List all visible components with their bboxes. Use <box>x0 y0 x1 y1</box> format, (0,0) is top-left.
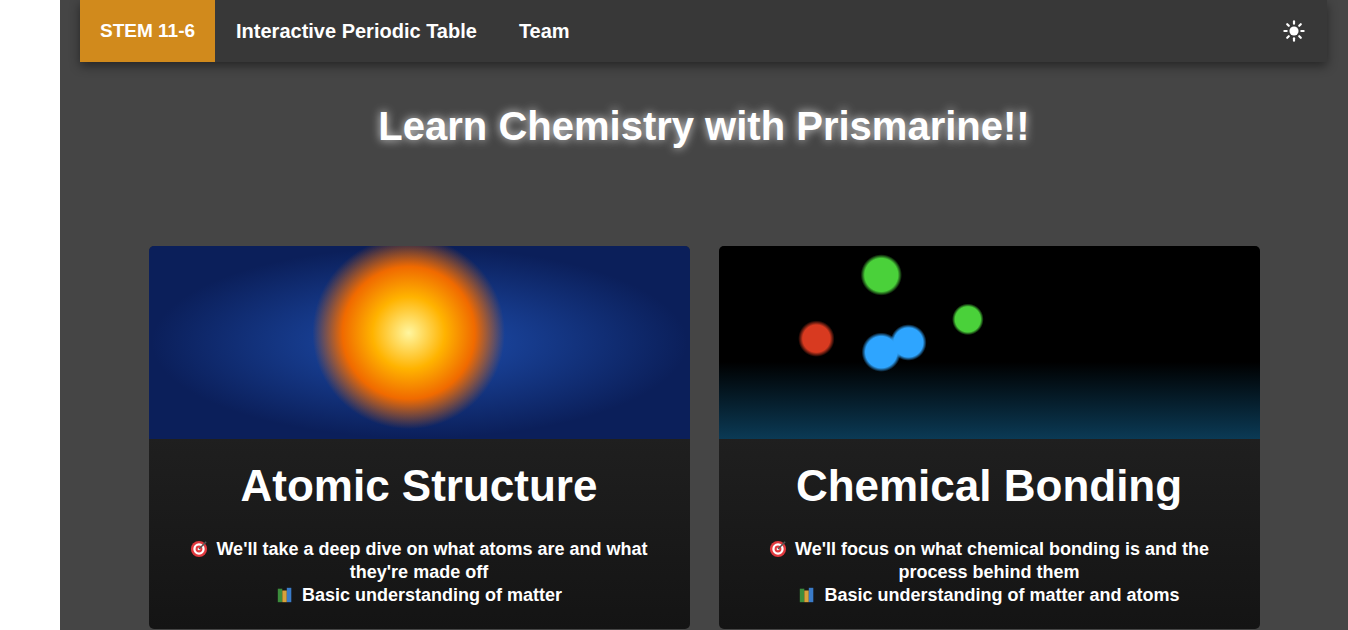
main-area: STEM 11-6Interactive Periodic TableTeam L… <box>60 0 1348 630</box>
navbar: STEM 11-6Interactive Periodic TableTeam <box>80 0 1327 62</box>
card-title: Atomic Structure <box>163 461 676 512</box>
brand-link[interactable]: STEM 11-6 <box>80 0 215 62</box>
hero-title: Learn Chemistry with Prismarine!! <box>378 102 1029 150</box>
card-body: Atomic Structure We'll take a deep dive … <box>149 439 690 629</box>
card-body: Chemical Bonding We'll focus on what che… <box>719 439 1260 629</box>
target-icon <box>190 540 208 558</box>
theme-toggle-button[interactable] <box>1283 20 1305 42</box>
card-goal: We'll focus on what chemical bonding is … <box>733 538 1246 584</box>
nav-link[interactable]: Team <box>498 20 591 43</box>
topic-card[interactable]: Atomic Structure We'll take a deep dive … <box>149 246 690 629</box>
target-icon <box>769 540 787 558</box>
card-prerequisite: Basic understanding of matter <box>163 584 676 607</box>
topic-card[interactable]: Chemical Bonding We'll focus on what che… <box>719 246 1260 629</box>
nav-link[interactable]: Interactive Periodic Table <box>215 20 498 43</box>
card-goal: We'll take a deep dive on what atoms are… <box>163 538 676 584</box>
left-gutter <box>0 0 60 630</box>
card-title: Chemical Bonding <box>733 461 1246 512</box>
card-prerequisite: Basic understanding of matter and atoms <box>733 584 1246 607</box>
card-grid: Atomic Structure We'll take a deep dive … <box>149 246 1260 629</box>
books-icon <box>276 586 294 604</box>
card-image <box>149 246 690 439</box>
sun-icon <box>1283 20 1305 42</box>
books-icon <box>798 586 816 604</box>
page: STEM 11-6Interactive Periodic TableTeam L… <box>0 0 1348 630</box>
card-image <box>719 246 1260 439</box>
